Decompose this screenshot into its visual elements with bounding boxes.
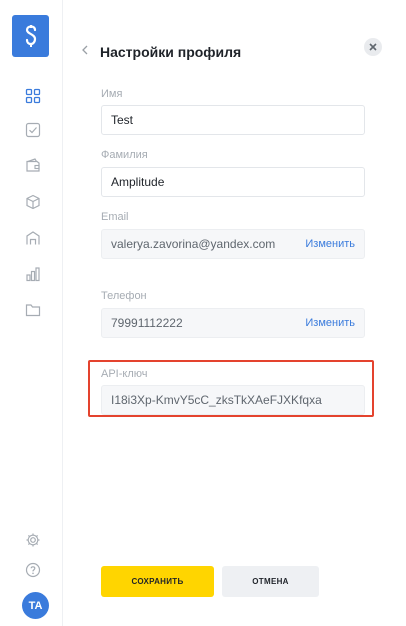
close-icon (369, 43, 377, 51)
avatar[interactable]: TA (22, 592, 49, 619)
back-button[interactable] (80, 43, 90, 57)
api-key-value: I18i3Xp-KmvY5cC_zksTkXAeFJXKfqxa (111, 393, 322, 407)
phone-value: 79991112222 (111, 316, 183, 330)
building-icon[interactable] (25, 230, 41, 246)
wallet-icon[interactable] (25, 157, 41, 173)
phone-field: 79991112222 Изменить (101, 308, 365, 338)
page-title: Настройки профиля (100, 44, 242, 60)
api-key-label: API-ключ (101, 368, 148, 380)
change-email-link[interactable]: Изменить (305, 238, 355, 250)
last-name-label: Фамилия (101, 149, 148, 161)
checkbox-icon[interactable] (25, 122, 41, 138)
dashboard-grid-icon[interactable] (25, 88, 41, 104)
change-phone-link[interactable]: Изменить (305, 317, 355, 329)
logo-dollar-icon[interactable] (12, 15, 49, 57)
chevron-left-icon (82, 45, 88, 55)
close-button[interactable] (364, 38, 382, 56)
bar-chart-icon[interactable] (25, 266, 41, 282)
first-name-value: Test (111, 113, 134, 127)
email-field: valerya.zavorina@yandex.com Изменить (101, 229, 365, 259)
box-icon[interactable] (25, 194, 41, 210)
last-name-value: Amplitude (111, 175, 165, 189)
api-key-field[interactable]: I18i3Xp-KmvY5cC_zksTkXAeFJXKfqxa (101, 385, 365, 415)
email-label: Email (101, 211, 129, 223)
last-name-field[interactable]: Amplitude (101, 167, 365, 197)
folder-icon[interactable] (25, 302, 41, 318)
cancel-button[interactable]: ОТМЕНА (222, 566, 319, 597)
first-name-field[interactable]: Test (101, 105, 365, 135)
settings-gear-icon[interactable] (25, 532, 41, 548)
sidebar: TA (0, 0, 63, 626)
phone-label: Телефон (101, 290, 147, 302)
first-name-label: Имя (101, 88, 123, 100)
email-value: valerya.zavorina@yandex.com (111, 237, 276, 251)
save-button[interactable]: СОХРАНИТЬ (101, 566, 214, 597)
help-icon[interactable] (25, 562, 41, 578)
